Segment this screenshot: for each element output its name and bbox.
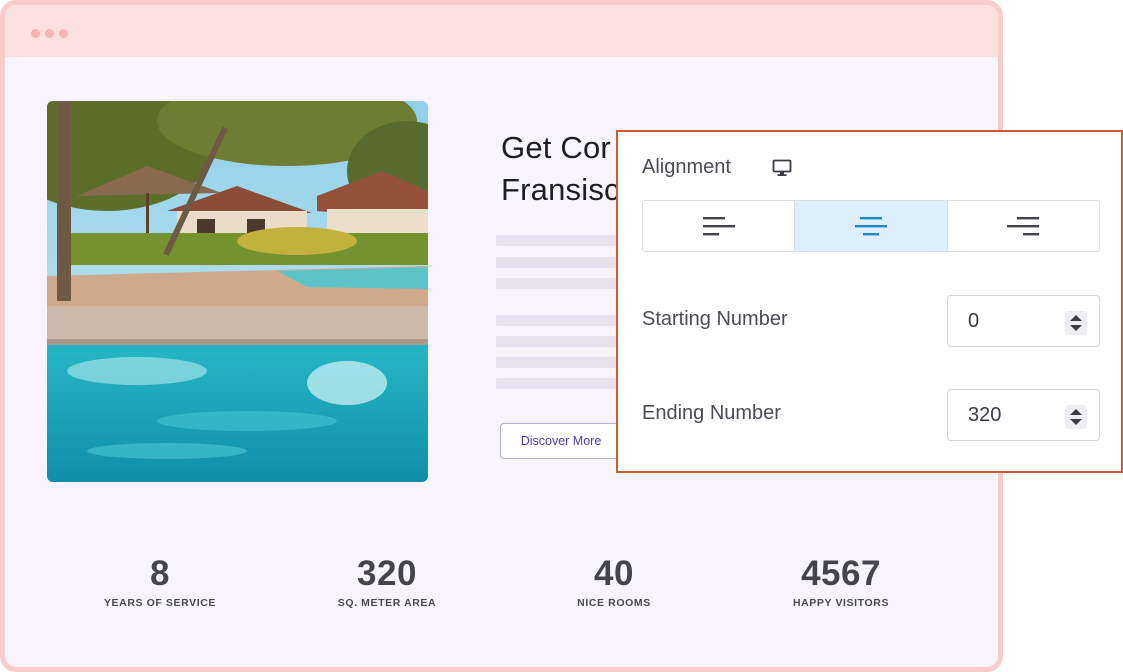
starting-number-value: 0: [968, 310, 980, 332]
stat-label: YEARS OF SERVICE: [103, 597, 217, 609]
align-center-icon: [854, 217, 887, 236]
align-left-button[interactable]: [643, 201, 796, 251]
number-spinner-icon[interactable]: [1065, 405, 1087, 429]
stat-counter: 320 SQ. METER AREA: [287, 553, 487, 609]
placeholder-text-line: [496, 336, 616, 347]
starting-number-input[interactable]: 0: [947, 295, 1100, 347]
align-right-button[interactable]: [947, 201, 1099, 251]
stat-counter: 4567 HAPPY VISITORS: [741, 553, 941, 609]
stat-value: 40: [594, 554, 634, 593]
placeholder-text-line: [496, 257, 616, 268]
ending-number-label: Ending Number: [642, 402, 781, 424]
stat-label: NICE ROOMS: [577, 597, 651, 609]
align-right-icon: [1007, 217, 1040, 236]
placeholder-text-line: [496, 357, 616, 368]
placeholder-text-line: [496, 235, 616, 246]
window-dot-icon: [59, 29, 68, 38]
discover-more-button[interactable]: Discover More: [500, 423, 622, 459]
align-center-button[interactable]: [795, 201, 948, 251]
starting-number-label: Starting Number: [642, 308, 788, 330]
stat-value: 4567: [801, 554, 881, 593]
alignment-label: Alignment: [642, 156, 731, 178]
browser-title-bar: [5, 5, 998, 57]
desktop-monitor-icon[interactable]: [772, 159, 792, 182]
window-dots: [31, 29, 68, 38]
placeholder-text-line: [496, 378, 616, 389]
number-spinner-icon[interactable]: [1065, 311, 1087, 335]
stat-counter: 40 NICE ROOMS: [514, 553, 714, 609]
placeholder-text-line: [496, 278, 616, 289]
stat-value: 320: [357, 554, 417, 593]
ending-number-value: 320: [968, 404, 1002, 426]
window-dot-icon: [45, 29, 54, 38]
stat-counter: 8 YEARS OF SERVICE: [60, 553, 260, 609]
placeholder-text-line: [496, 315, 616, 326]
align-left-icon: [702, 217, 735, 236]
stat-label: HAPPY VISITORS: [792, 597, 890, 609]
ending-number-input[interactable]: 320: [947, 389, 1100, 441]
window-dot-icon: [31, 29, 40, 38]
resort-pool-photo: [47, 101, 428, 482]
counter-settings-panel: Alignment Starting Number 0 Ending Numbe…: [616, 130, 1123, 473]
stat-label: SQ. METER AREA: [337, 597, 437, 609]
stat-value: 8: [150, 554, 170, 593]
alignment-button-group: [642, 200, 1100, 252]
